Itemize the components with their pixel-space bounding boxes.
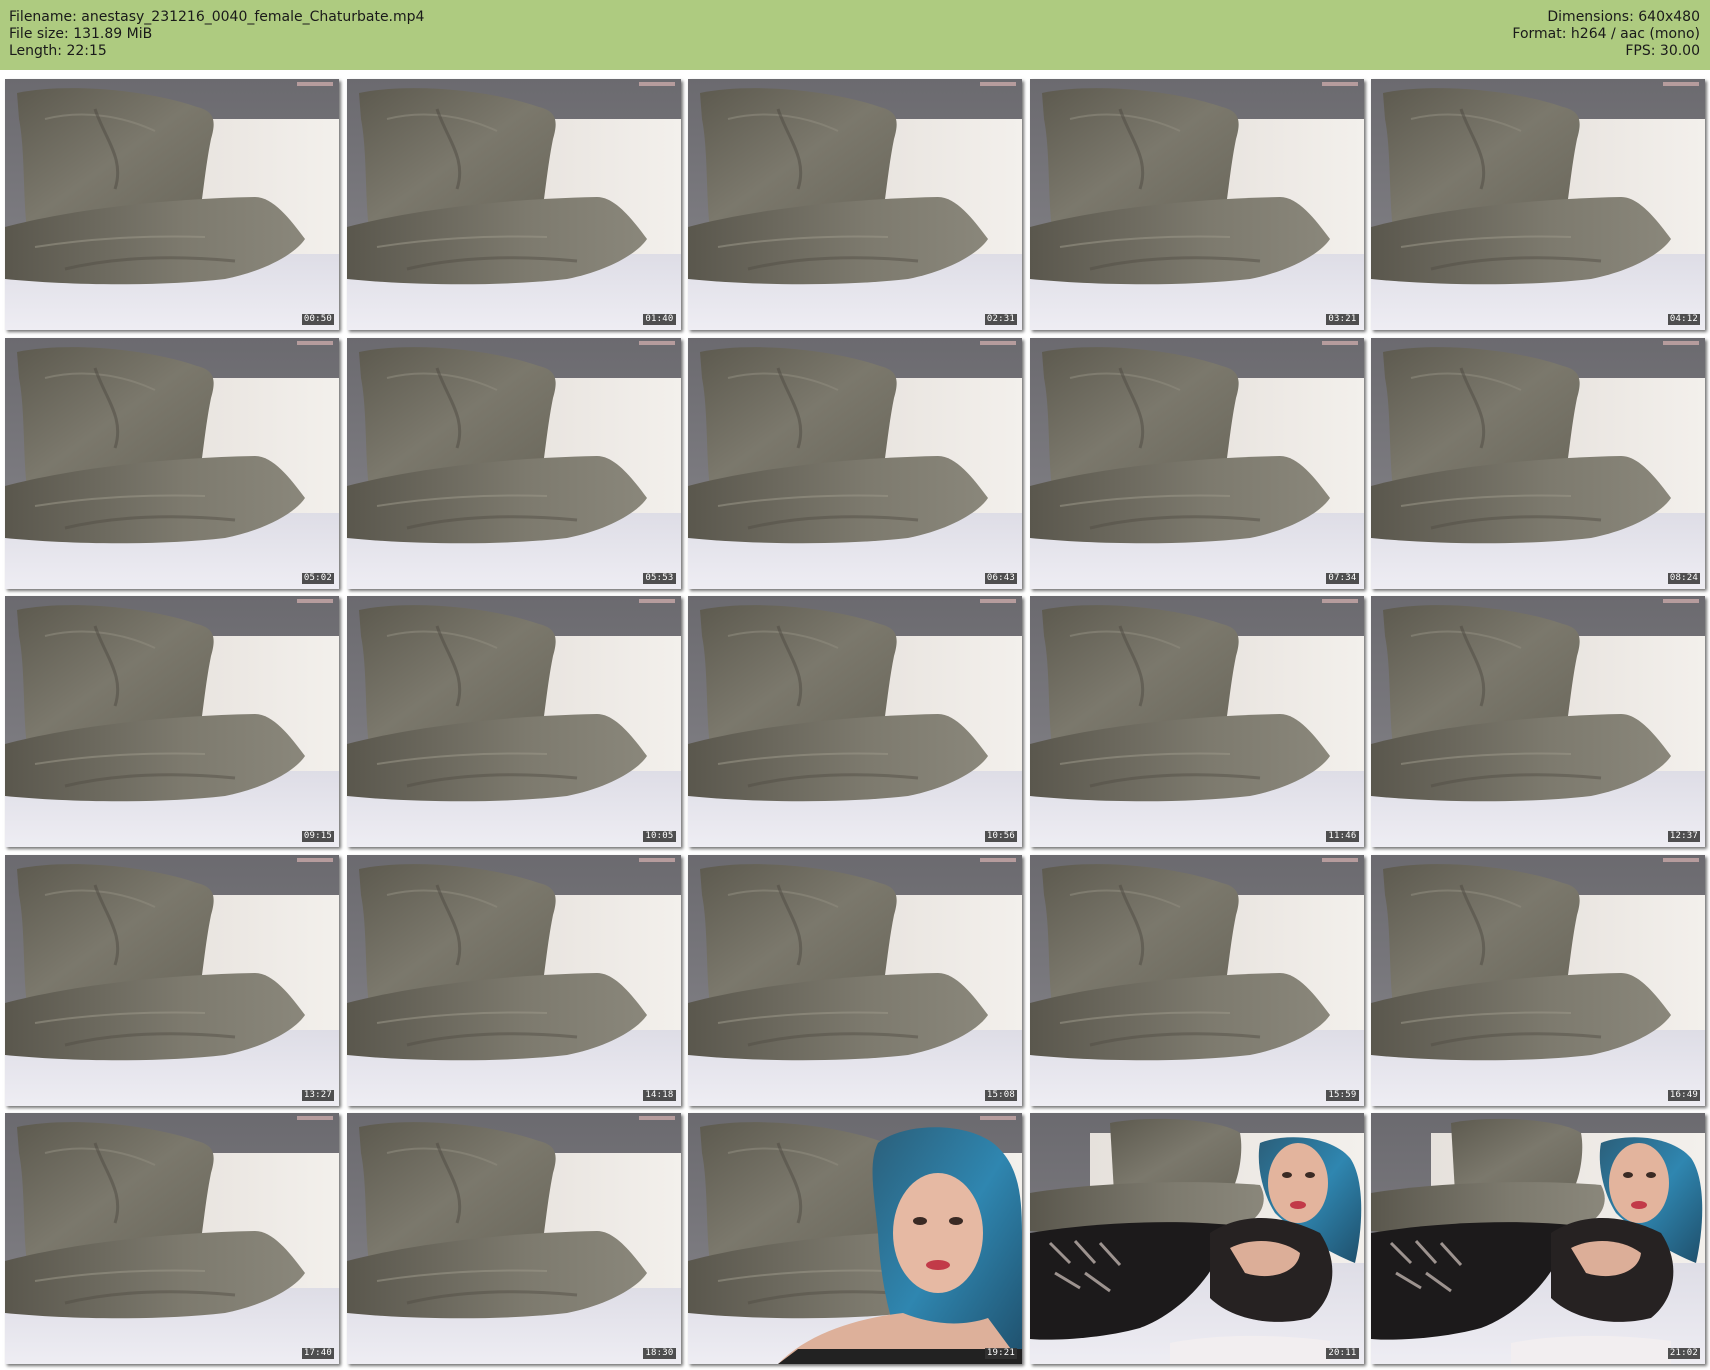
timestamp-label: 15:59 — [1326, 1089, 1359, 1101]
thumbnail-grid: 00:50 01:40 02:31 03:21 04:12 05:02 05:5… — [5, 79, 1705, 1364]
video-thumbnail[interactable]: 07:34 — [1029, 337, 1364, 589]
timestamp-label: 10:05 — [643, 831, 676, 842]
video-thumbnail[interactable]: 06:43 — [688, 337, 1022, 589]
timestamp-label: 20:11 — [1326, 1348, 1359, 1359]
timestamp-label: 14:18 — [643, 1089, 676, 1101]
frame-image — [688, 596, 1022, 847]
frame-image — [346, 854, 681, 1106]
video-thumbnail[interactable]: 13:27 — [5, 854, 339, 1106]
frame-image — [5, 337, 339, 589]
video-thumbnail[interactable]: 08:24 — [1371, 337, 1705, 589]
file-info: Filename: anestasy_231216_0040_female_Ch… — [9, 9, 424, 60]
frame-image — [346, 337, 681, 589]
video-thumbnail[interactable]: 03:21 — [1029, 79, 1364, 330]
frame-image — [5, 1113, 339, 1364]
timestamp-label: 04:12 — [1667, 314, 1700, 325]
video-thumbnail[interactable]: 21:02 — [1371, 1113, 1705, 1364]
frame-image — [688, 79, 1022, 330]
frame-image — [1029, 596, 1364, 847]
timestamp-label: 21:02 — [1667, 1348, 1700, 1359]
video-thumbnail[interactable]: 10:56 — [688, 596, 1022, 847]
frame-image — [346, 1113, 681, 1364]
info-header: Filename: anestasy_231216_0040_female_Ch… — [0, 0, 1710, 70]
frame-image — [1371, 79, 1705, 330]
frame-image — [688, 337, 1022, 589]
filename-text: Filename: anestasy_231216_0040_female_Ch… — [9, 9, 425, 25]
video-thumbnail[interactable]: 05:53 — [346, 337, 681, 589]
video-thumbnail[interactable]: 01:40 — [346, 79, 681, 330]
video-thumbnail[interactable]: 11:46 — [1029, 596, 1364, 847]
frame-image — [5, 596, 339, 847]
frame-image — [1029, 79, 1364, 330]
video-thumbnail[interactable]: 04:12 — [1371, 79, 1705, 330]
timestamp-label: 13:27 — [301, 1089, 334, 1101]
frame-image — [346, 79, 681, 330]
video-thumbnail[interactable]: 16:49 — [1371, 854, 1705, 1106]
frame-image — [688, 1113, 1022, 1364]
video-thumbnail[interactable]: 00:50 — [5, 79, 339, 330]
timestamp-label: 01:40 — [643, 314, 676, 325]
video-thumbnail[interactable]: 15:08 — [688, 854, 1022, 1106]
frame-image — [1371, 1113, 1705, 1364]
frame-image — [1371, 854, 1705, 1106]
frame-image — [1029, 854, 1364, 1106]
video-thumbnail[interactable]: 09:15 — [5, 596, 339, 847]
timestamp-label: 10:56 — [984, 831, 1017, 842]
timestamp-label: 12:37 — [1667, 831, 1700, 842]
timestamp-label: 16:49 — [1667, 1089, 1700, 1101]
video-thumbnail[interactable]: 15:59 — [1029, 854, 1364, 1106]
timestamp-label: 11:46 — [1326, 831, 1359, 842]
timestamp-label: 17:40 — [301, 1348, 334, 1359]
frame-image — [1371, 337, 1705, 589]
timestamp-label: 02:31 — [984, 314, 1017, 325]
timestamp-label: 08:24 — [1667, 572, 1700, 584]
video-thumbnail[interactable]: 12:37 — [1371, 596, 1705, 847]
timestamp-label: 18:30 — [643, 1348, 676, 1359]
video-thumbnail[interactable]: 14:18 — [346, 854, 681, 1106]
fps-text: FPS: 30.00 — [1625, 43, 1700, 59]
timestamp-label: 05:53 — [643, 572, 676, 584]
timestamp-label: 05:02 — [301, 572, 334, 584]
filesize-text: File size: 131.89 MiB — [9, 26, 153, 42]
format-text: Format: h264 / aac (mono) — [1512, 26, 1700, 42]
dimensions-text: Dimensions: 640x480 — [1547, 9, 1700, 25]
timestamp-label: 06:43 — [984, 572, 1017, 584]
video-thumbnail[interactable]: 02:31 — [688, 79, 1022, 330]
length-text: Length: 22:15 — [9, 43, 107, 59]
video-info: Dimensions: 640x480 Format: h264 / aac (… — [1512, 9, 1700, 60]
timestamp-label: 07:34 — [1326, 572, 1359, 584]
video-thumbnail[interactable]: 19:21 — [688, 1113, 1022, 1364]
timestamp-label: 19:21 — [984, 1348, 1017, 1359]
frame-image — [5, 79, 339, 330]
video-thumbnail[interactable]: 05:02 — [5, 337, 339, 589]
video-thumbnail[interactable]: 10:05 — [346, 596, 681, 847]
video-thumbnail[interactable]: 17:40 — [5, 1113, 339, 1364]
timestamp-label: 09:15 — [301, 831, 334, 842]
timestamp-label: 15:08 — [984, 1089, 1017, 1101]
timestamp-label: 03:21 — [1326, 314, 1359, 325]
frame-image — [346, 596, 681, 847]
frame-image — [1029, 337, 1364, 589]
timestamp-label: 00:50 — [301, 314, 334, 325]
frame-image — [688, 854, 1022, 1106]
video-thumbnail[interactable]: 20:11 — [1029, 1113, 1364, 1364]
frame-image — [5, 854, 339, 1106]
frame-image — [1029, 1113, 1364, 1364]
video-thumbnail[interactable]: 18:30 — [346, 1113, 681, 1364]
frame-image — [1371, 596, 1705, 847]
